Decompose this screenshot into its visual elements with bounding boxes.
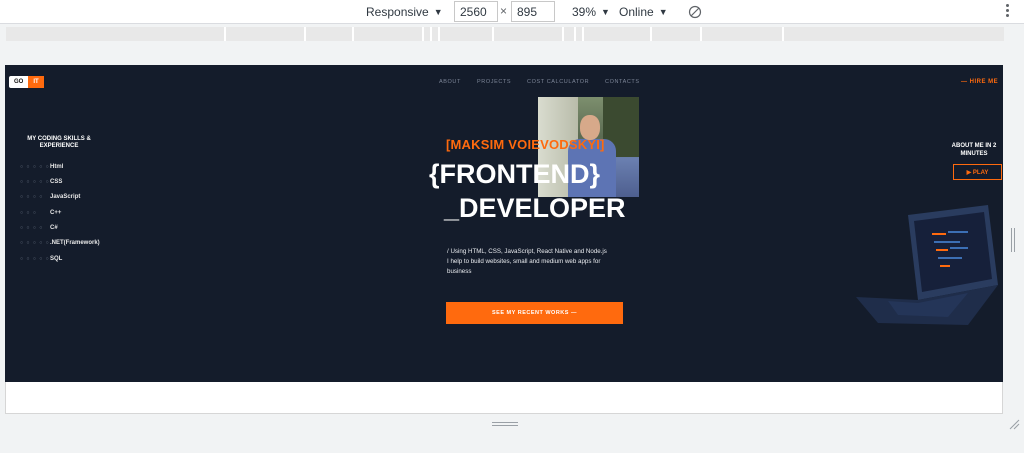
zoom-label: 39% — [572, 5, 597, 19]
network-select[interactable]: Online ▼ — [619, 0, 668, 24]
device-label: Responsive — [366, 5, 429, 19]
about-me-title: ABOUT ME IN 2 MINUTES — [951, 143, 997, 157]
skills-title: MY CODING SKILLS & EXPERIENCE — [27, 136, 91, 149]
skill-item: ○ ○ ○ ○ ○ .NET(Framework) — [20, 240, 100, 246]
logo-right: IT — [28, 76, 44, 88]
horizontal-resize-handle[interactable] — [492, 422, 518, 428]
nav-projects[interactable]: PROJECTS — [477, 79, 511, 85]
skill-item: ○ ○ ○ ○ ○ CSS — [20, 179, 63, 185]
hero-description: / Using HTML, CSS, JavaScript, React Nat… — [447, 248, 607, 275]
nav-contacts[interactable]: CONTACTS — [605, 79, 640, 85]
chevron-down-icon: ▼ — [601, 7, 610, 17]
laptop-illustration — [856, 205, 998, 325]
hero-title-line1: {FRONTEND} — [429, 159, 601, 189]
chevron-down-icon: ▼ — [433, 7, 443, 17]
dimension-separator: × — [500, 4, 508, 18]
corner-resize-icon[interactable] — [1008, 418, 1020, 430]
developer-name: [MAKSIM VOIEVODSKYI] — [446, 137, 605, 152]
nav-about[interactable]: ABOUT — [439, 79, 461, 85]
vertical-resize-handle[interactable] — [1011, 228, 1017, 252]
skill-item: ○ ○ ○ ○ JavaScript — [20, 194, 81, 200]
skill-item: ○ ○ ○ ○ ○ SQL — [20, 256, 63, 262]
network-label: Online — [619, 5, 654, 19]
device-select[interactable]: Responsive ▼ — [366, 0, 443, 24]
skill-item: ○ ○ ○ ○ C# — [20, 225, 58, 231]
width-input[interactable]: 2560 — [454, 1, 498, 22]
chevron-down-icon: ▼ — [658, 7, 668, 17]
see-recent-works-button[interactable]: SEE MY RECENT WORKS — — [446, 302, 623, 324]
play-button[interactable]: ▶ PLAY — [953, 164, 1002, 180]
website-viewport: GO IT ABOUT PROJECTS COST CALCULATOR CON… — [5, 65, 1003, 382]
media-query-bar[interactable] — [6, 27, 1004, 41]
skill-item: ○ ○ ○ C++ — [20, 210, 62, 216]
nav-cost-calculator[interactable]: COST CALCULATOR — [527, 79, 589, 85]
logo-left: GO — [9, 76, 29, 88]
zoom-select[interactable]: 39% ▼ — [572, 0, 610, 24]
rotate-icon — [688, 5, 702, 19]
more-options-icon[interactable] — [1006, 4, 1010, 20]
skill-item: ○ ○ ○ ○ ○ Html — [20, 164, 64, 170]
hire-me-link[interactable]: — HIRE ME — [961, 79, 998, 85]
site-logo[interactable]: GO IT — [9, 76, 44, 88]
hero-title-line2: _DEVELOPER — [444, 193, 626, 223]
device-toolbar: Responsive ▼ 2560 × 895 39% ▼ Online ▼ — [0, 0, 1024, 24]
rotate-button[interactable] — [688, 0, 702, 24]
height-input[interactable]: 895 — [511, 1, 555, 22]
